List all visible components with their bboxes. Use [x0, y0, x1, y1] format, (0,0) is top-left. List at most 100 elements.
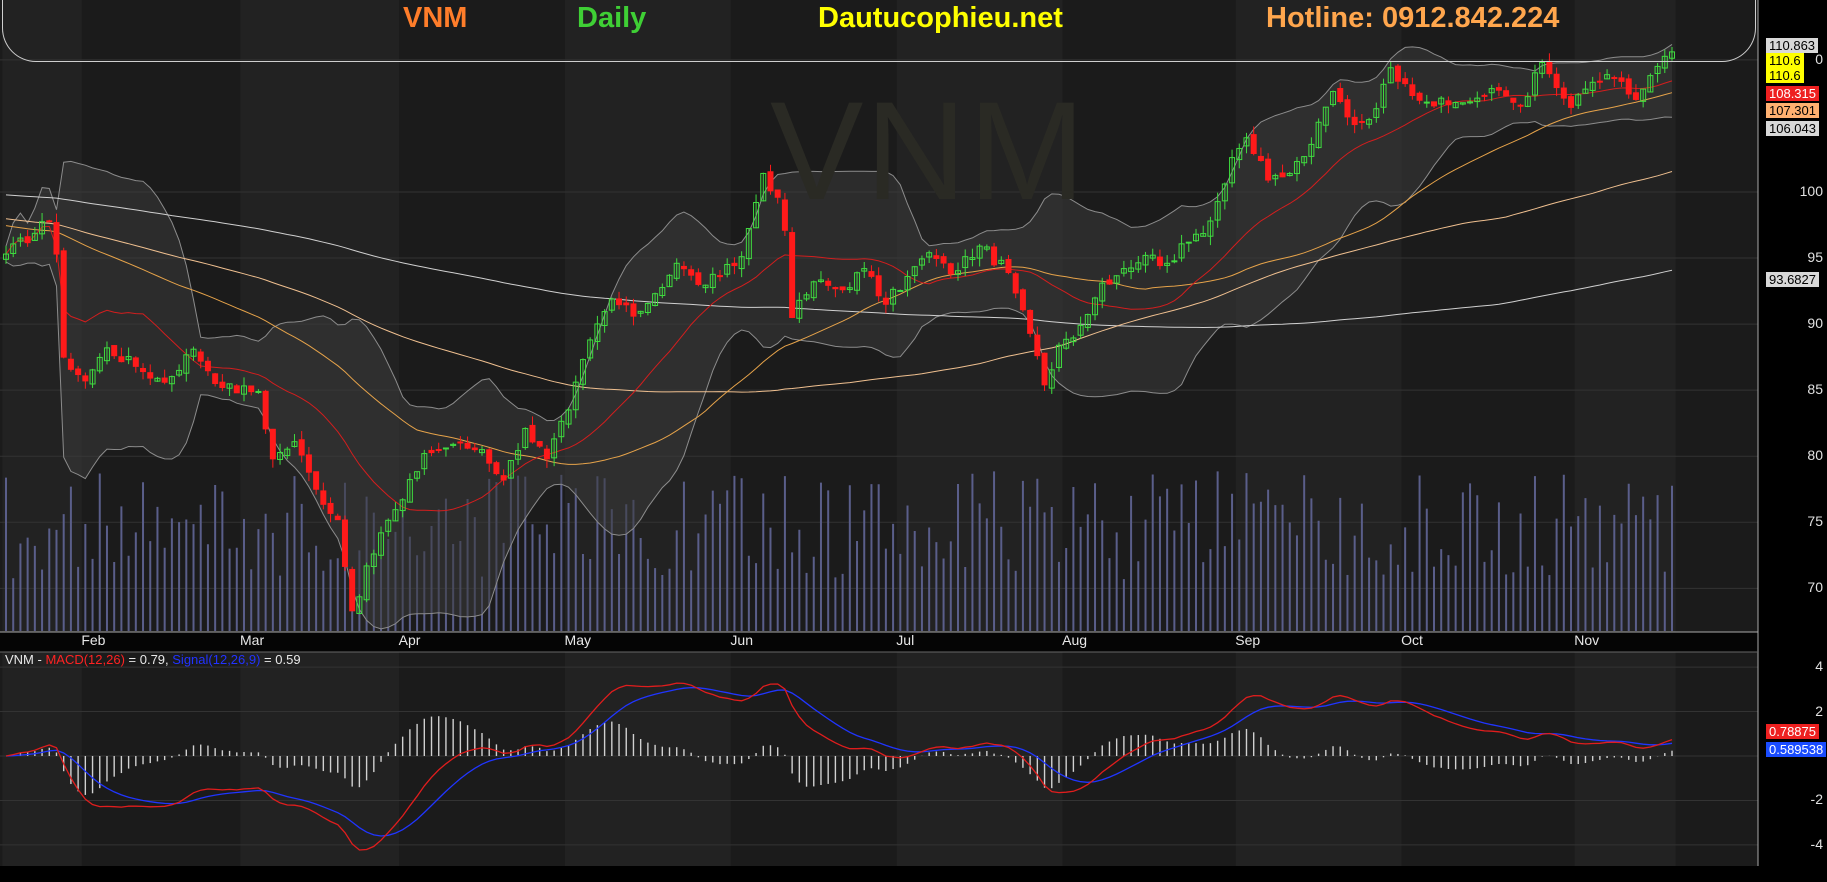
candle-body: [118, 356, 125, 363]
macd-value-tag: 0.589538: [1766, 742, 1827, 757]
candle-body: [1510, 97, 1517, 103]
candle-body: [868, 271, 875, 277]
month-label: Jun: [730, 632, 753, 648]
candle-body: [1250, 134, 1257, 154]
candle-body: [1185, 241, 1192, 244]
price-tag: 106.043: [1766, 121, 1819, 136]
price-tag: 110.6: [1766, 53, 1804, 68]
candle-body: [875, 275, 882, 297]
candle-body: [147, 372, 154, 379]
candle-body: [825, 280, 832, 286]
month-label: Jul: [896, 632, 915, 648]
candle-body: [82, 375, 89, 382]
month-label: Sep: [1235, 632, 1261, 648]
macd-legend-signal-value: = 0.59: [260, 652, 301, 667]
candle-body: [717, 275, 723, 278]
macd-legend-signal-name: Signal(12,26,9): [172, 652, 261, 667]
candle-body: [1358, 120, 1365, 123]
candle-body: [616, 298, 623, 306]
month-label: Feb: [81, 632, 106, 648]
candle-body: [1503, 90, 1510, 97]
candle-body: [1517, 104, 1524, 107]
candle-body: [493, 462, 500, 475]
candle-body: [1495, 87, 1502, 91]
candle-body: [680, 265, 687, 270]
candle-body: [327, 502, 334, 514]
candle-body: [204, 360, 211, 372]
price-tag: 107.301: [1766, 103, 1819, 118]
y-tick-label: 100: [1799, 182, 1823, 199]
candle-body: [623, 302, 630, 306]
candle: [1027, 309, 1034, 338]
month-band: [1574, 652, 1676, 866]
candle-body: [789, 232, 796, 318]
candle-body: [1351, 116, 1358, 126]
candle-body: [320, 490, 327, 505]
candle-body: [1019, 289, 1026, 311]
candle-body: [1481, 94, 1488, 97]
y-tick-label: 0: [1815, 50, 1823, 67]
candle-body: [53, 222, 60, 255]
candle-body: [435, 449, 442, 452]
candle-body: [60, 250, 67, 358]
candle-body: [1632, 92, 1639, 100]
candle-body: [24, 236, 31, 244]
candle-body: [1337, 88, 1344, 102]
candle: [262, 389, 269, 434]
candle-body: [349, 568, 356, 612]
month-band: [2, 652, 82, 866]
candle-body: [1618, 77, 1625, 82]
candle-body: [897, 289, 904, 292]
candle-body: [305, 454, 312, 473]
macd-value-tag: 0.78875: [1766, 724, 1819, 739]
candle-body: [1568, 96, 1575, 108]
banner-site: Dautucophieu.net: [818, 2, 1063, 34]
candle-body: [1625, 78, 1632, 95]
candle-body: [695, 272, 702, 285]
candle-body: [75, 368, 82, 376]
candle-body: [464, 442, 471, 449]
macd-tick-label: 2: [1815, 702, 1823, 719]
watermark: VNM: [770, 72, 1088, 229]
candle-body: [933, 255, 940, 259]
candle-body: [1596, 80, 1603, 83]
banner-ticker: VNM: [403, 2, 468, 34]
candle-body: [1560, 87, 1567, 99]
candle-body: [529, 424, 536, 443]
price-tag: 93.6827: [1766, 272, 1819, 287]
candle-body: [298, 439, 305, 456]
y-tick-label: 95: [1807, 249, 1823, 266]
candle-body: [1279, 172, 1286, 178]
candle-body: [731, 262, 738, 267]
candle-body: [132, 357, 139, 367]
macd-tick-label: -4: [1810, 835, 1823, 852]
candle-body: [1034, 334, 1041, 357]
candle-body: [46, 220, 53, 223]
macd-legend-ticker: VNM: [5, 652, 34, 667]
month-label: Nov: [1574, 632, 1600, 648]
candle-body: [940, 256, 947, 264]
candle-body: [1445, 100, 1452, 106]
candle-body: [457, 441, 464, 444]
candle-body: [1156, 256, 1163, 267]
candle-body: [341, 519, 348, 567]
candle-body: [500, 475, 507, 481]
candle: [1019, 288, 1026, 312]
banner-hotline: Hotline: 0912.842.224: [1266, 2, 1560, 34]
month-label: May: [564, 632, 591, 648]
chart-stage: VNM VNM Daily Dautucophieu.net Hotline: …: [0, 0, 1827, 882]
candle-body: [1402, 78, 1409, 85]
candle-body: [67, 358, 74, 370]
candle-body: [1265, 158, 1272, 181]
candle-body: [471, 447, 478, 451]
candle-body: [1344, 99, 1351, 118]
candle-body: [334, 515, 341, 521]
candle: [991, 242, 998, 268]
candle: [349, 566, 356, 612]
candle-body: [1546, 60, 1553, 75]
macd-legend: VNM - MACD(12,26) = 0.79, Signal(12,26,9…: [5, 652, 301, 667]
candle: [233, 384, 240, 394]
y-tick-label: 70: [1807, 579, 1823, 596]
candle-body: [1257, 155, 1264, 162]
candle-body: [688, 269, 695, 276]
